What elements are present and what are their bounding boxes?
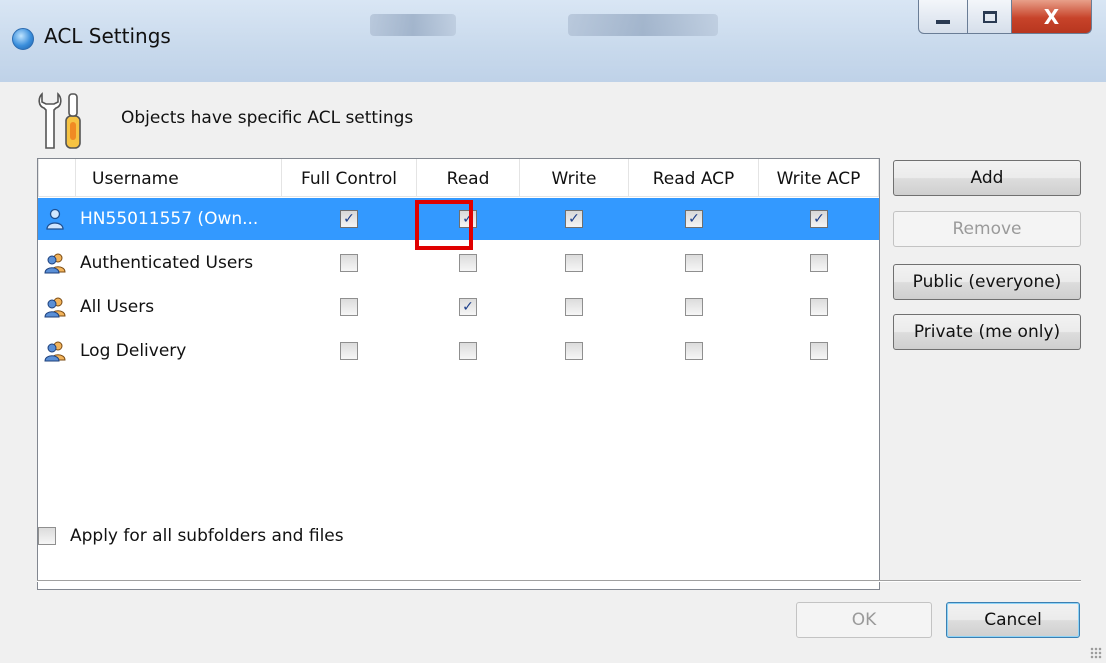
permission-cell [674,330,714,372]
column-header-read-acp[interactable]: Read ACP [629,159,759,197]
write-checkbox[interactable] [565,254,583,272]
read-checkbox[interactable] [459,254,477,272]
table-header: Username Full Control Read Write Read AC… [38,159,879,197]
read-checkbox[interactable]: ✓ [459,298,477,316]
write-checkbox[interactable] [565,298,583,316]
close-button[interactable]: X [1012,0,1092,34]
group-users-icon [44,253,66,274]
permission-cell: ✓ [674,198,714,240]
table-row[interactable]: All Users ✓ [38,286,879,328]
app-icon [12,28,34,50]
username-label: HN55011557 (Own... [80,209,259,229]
group-users-icon [44,341,66,362]
permission-cell [799,286,839,328]
permission-cell [554,330,594,372]
read-acp-checkbox[interactable] [685,342,703,360]
permission-cell [329,242,369,284]
group-users-icon [44,297,66,318]
full-control-checkbox[interactable] [340,298,358,316]
permission-cell [448,330,488,372]
tools-icon [38,92,81,149]
username-label: Authenticated Users [80,253,254,273]
write-acp-checkbox[interactable] [810,254,828,272]
apply-subfolders-checkbox[interactable] [38,527,56,545]
column-header-write-acp[interactable]: Write ACP [759,159,879,197]
permission-cell [674,286,714,328]
column-header-username[interactable]: Username [76,159,282,197]
permission-cell [554,242,594,284]
checkmark-icon: ✓ [568,211,580,227]
window-controls: X [918,0,1092,34]
permission-cell [329,286,369,328]
cancel-button[interactable]: Cancel [946,602,1080,638]
checkmark-icon: ✓ [688,211,700,227]
username-cell: Log Delivery [38,330,282,372]
permission-cell [674,242,714,284]
checkmark-icon: ✓ [813,211,825,227]
username-label: All Users [80,297,155,317]
permission-cell: ✓ [448,286,488,328]
column-header-read[interactable]: Read [417,159,520,197]
maximize-button[interactable] [968,0,1012,34]
apply-subfolders-option[interactable]: Apply for all subfolders and files [38,526,344,546]
window-title: ACL Settings [44,24,171,48]
highlight-annotation [415,200,473,250]
minimize-icon [936,19,950,24]
username-label: Log Delivery [80,341,187,361]
resize-grip[interactable] [1090,647,1102,659]
owner-user-icon [46,208,64,230]
private-me-only-button[interactable]: Private (me only) [893,314,1081,350]
read-checkbox[interactable] [459,342,477,360]
write-acp-checkbox[interactable] [810,298,828,316]
write-acp-checkbox[interactable]: ✓ [810,210,828,228]
minimize-button[interactable] [918,0,968,34]
public-everyone-button[interactable]: Public (everyone) [893,264,1081,300]
permission-cell [799,330,839,372]
read-acp-checkbox[interactable] [685,254,703,272]
acl-settings-window: ACL Settings X Objects have specific ACL… [0,0,1106,663]
header-spacer [38,159,76,197]
permission-cell [329,330,369,372]
maximize-icon [982,10,997,23]
blurred-background [568,14,718,36]
full-control-checkbox[interactable]: ✓ [340,210,358,228]
column-header-write[interactable]: Write [520,159,629,197]
checkmark-icon: ✓ [343,211,355,227]
checkmark-icon: ✓ [462,299,474,315]
username-cell: All Users [38,286,282,328]
close-icon: X [1043,4,1060,29]
dialog-content: Objects have specific ACL settings Usern… [0,82,1106,663]
permission-cell [799,242,839,284]
apply-subfolders-label: Apply for all subfolders and files [70,526,344,546]
permission-cell [554,286,594,328]
title-bar[interactable]: ACL Settings X [0,0,1106,82]
remove-button[interactable]: Remove [893,211,1081,247]
full-control-checkbox[interactable] [340,342,358,360]
header-text: Objects have specific ACL settings [121,108,414,128]
write-acp-checkbox[interactable] [810,342,828,360]
username-cell: HN55011557 (Own... [38,198,282,240]
blurred-background [370,14,456,36]
permission-cell: ✓ [329,198,369,240]
write-checkbox[interactable] [565,342,583,360]
separator [37,580,1081,582]
username-cell: Authenticated Users [38,242,282,284]
full-control-checkbox[interactable] [340,254,358,272]
column-header-full-control[interactable]: Full Control [282,159,417,197]
read-acp-checkbox[interactable]: ✓ [685,210,703,228]
write-checkbox[interactable]: ✓ [565,210,583,228]
add-button[interactable]: Add [893,160,1081,196]
ok-button[interactable]: OK [796,602,932,638]
read-acp-checkbox[interactable] [685,298,703,316]
permission-cell: ✓ [799,198,839,240]
table-row[interactable]: Log Delivery [38,330,879,372]
permission-cell: ✓ [554,198,594,240]
